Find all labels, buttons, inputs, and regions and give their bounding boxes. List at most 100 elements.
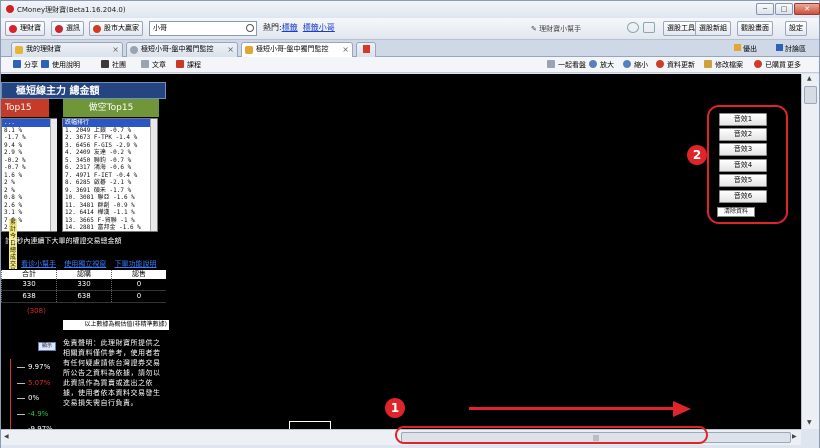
helper-link[interactable]: 看诊小幫手	[21, 260, 56, 268]
cell: 330	[56, 279, 111, 290]
new-tab-button[interactable]	[356, 42, 376, 57]
hot-topics: 熱門:標籤 標籤小哥	[263, 22, 335, 33]
window-title: CMoney理財寶(Beta1.16.204.0)	[17, 6, 126, 14]
maximize-button[interactable]: □	[775, 3, 793, 15]
list-item[interactable]: 2. 3673 F-TPK -1.4 %	[63, 134, 157, 142]
list-item[interactable]: 1. 2049 上銀 -0.7 %	[63, 127, 157, 135]
forum-link[interactable]: 討論區	[776, 44, 806, 54]
exit-link[interactable]: 優出	[734, 44, 757, 54]
list-item[interactable]: 2.6 %	[2, 202, 56, 210]
article-button[interactable]: 文章	[141, 60, 166, 70]
percent-label: 0%	[28, 394, 40, 402]
search-input[interactable]: 小哥	[149, 21, 257, 36]
watch-view-button[interactable]: 觀股畫面	[737, 21, 773, 36]
winner-button[interactable]: 股市大贏家	[89, 21, 143, 36]
tab-my-licaibao[interactable]: 我的理財寶 ×	[11, 42, 123, 57]
refresh-button[interactable]: 資料更新	[656, 60, 695, 70]
course-label: 課程	[187, 61, 201, 69]
close-tab-icon[interactable]: ×	[227, 43, 234, 56]
sell-list-scrollbar[interactable]	[150, 119, 157, 231]
help-button[interactable]: 使用說明	[41, 60, 80, 70]
list-item[interactable]: -0.2 %	[2, 157, 56, 165]
vertical-scroll-thumb[interactable]	[804, 86, 817, 104]
tab-label: 極短小哥-盤中獨門監控	[141, 45, 214, 53]
sell-list[interactable]: 跌幅排行 1. 2049 上銀 -0.7 % 2. 3673 F-TPK -1.4…	[62, 118, 158, 232]
list-item[interactable]: -1.7 %	[2, 134, 56, 142]
chat-icon[interactable]	[627, 22, 639, 33]
zoom-out-label: 縮小	[634, 61, 648, 69]
list-item[interactable]: 9. 3691 碩禾 -1.7 %	[63, 187, 157, 195]
hot-link-2[interactable]: 標籤小哥	[303, 23, 335, 32]
club-button[interactable]: 社團	[101, 60, 126, 70]
mail-icon[interactable]	[643, 22, 655, 33]
main-canvas: 極短線主力 總金額 Top15 做空Top15 ... 8.1 % -1.7 % 9.…	[1, 74, 801, 429]
scroll-down-icon[interactable]: ▼	[807, 419, 812, 426]
list-item[interactable]: 8. 6285 啟碁 -2.1 %	[63, 179, 157, 187]
purchased-button[interactable]: 已購買	[754, 60, 786, 70]
standalone-window-link[interactable]: 使用獨立視窗	[64, 260, 106, 268]
tab-label: 極短小哥-盤中獨門監控	[256, 45, 329, 53]
list-item[interactable]: 3.1 %	[2, 209, 56, 217]
scroll-right-icon[interactable]: ▶	[792, 433, 797, 440]
zoom-out-button[interactable]: 縮小	[623, 60, 648, 70]
zoom-in-button[interactable]: 放大	[589, 60, 614, 70]
buy-list[interactable]: ... 8.1 % -1.7 % 9.4 % 2.9 % -0.2 % -0.7 % 1.6 …	[1, 118, 57, 232]
watch-together-button[interactable]: 一起看盤	[547, 60, 586, 70]
list-item[interactable]: 9.4 %	[2, 142, 56, 150]
close-tab-icon[interactable]: ×	[342, 43, 349, 56]
settings-button[interactable]: 設定	[785, 21, 807, 36]
tab-monitor-1[interactable]: 極短小哥-盤中獨門監控 ×	[126, 42, 238, 57]
hot-link-1[interactable]: 標籤	[282, 23, 298, 32]
tick-line	[17, 367, 25, 368]
col-put: 認售	[111, 270, 166, 279]
app-logo-icon	[6, 5, 14, 13]
list-item[interactable]: 4. 2409 友達 -0.2 %	[63, 149, 157, 157]
edit-file-button[interactable]: 修改檔案	[704, 60, 743, 70]
list-item[interactable]: 3. 6456 F-GIS -2.9 %	[63, 142, 157, 150]
list-item[interactable]: 2.9 %	[2, 149, 56, 157]
share-label: 分享	[24, 61, 38, 69]
list-item[interactable]: 12. 6414 樺漢 -1.1 %	[63, 209, 157, 217]
stock-tool-button[interactable]: 選股工具	[663, 21, 699, 36]
list-item[interactable]: 2 %	[2, 187, 56, 195]
list-item[interactable]: ...	[2, 119, 56, 127]
course-button[interactable]: 課程	[176, 60, 201, 70]
tick-line	[17, 413, 25, 415]
list-item[interactable]: 10. 3081 聯亞 -1.6 %	[63, 194, 157, 202]
alert-button[interactable]: 選訊	[51, 21, 84, 36]
scroll-left-icon[interactable]: ◀	[4, 433, 9, 440]
list-item[interactable]: 13. 3665 F-貿聯 -1 %	[63, 217, 157, 225]
helper-text[interactable]: ✎ 理財寶小幫手	[531, 24, 581, 34]
list-item[interactable]: -0.7 %	[2, 164, 56, 172]
stock-group-button[interactable]: 選股新組	[695, 21, 731, 36]
play-icon	[176, 60, 184, 68]
list-item[interactable]: 5. 3450 聯鈞 -0.7 %	[63, 157, 157, 165]
globe-tab-icon	[130, 46, 138, 54]
cart-icon	[754, 60, 762, 68]
tab-monitor-2[interactable]: 極短小哥-盤中獨門監控 ×	[241, 42, 353, 58]
list-item[interactable]: 14. 2881 富邦金 -1.6 %	[63, 224, 157, 231]
order-help-link[interactable]: 下單功能說明	[114, 260, 156, 268]
search-icon[interactable]	[246, 24, 254, 32]
share-button[interactable]: 分享	[13, 60, 38, 70]
tick-line	[17, 398, 25, 399]
list-item[interactable]: 7. 4971 F-IET -0.4 %	[63, 172, 157, 180]
list-item[interactable]: 2 %	[2, 179, 56, 187]
minimize-button[interactable]: ─	[756, 3, 774, 15]
pin-icon	[363, 45, 370, 53]
close-tab-icon[interactable]: ×	[112, 43, 119, 56]
list-item[interactable]: 6. 2317 鴻海 -0.6 %	[63, 164, 157, 172]
list-item[interactable]: 1.6 %	[2, 172, 56, 180]
scroll-up-icon[interactable]: ▲	[807, 75, 812, 82]
highlight-oval-2	[707, 105, 788, 224]
list-item[interactable]: 8.1 %	[2, 127, 56, 135]
show-button[interactable]: 顯示	[38, 342, 56, 351]
buy-list-scrollbar[interactable]	[50, 119, 57, 231]
list-item[interactable]: 0.8 %	[2, 194, 56, 202]
vertical-scrollbar[interactable]: ▲ ▼	[801, 74, 819, 429]
licaibao-button[interactable]: 理財寶	[5, 21, 45, 36]
list-item[interactable]: 11. 3481 群創 -0.9 %	[63, 202, 157, 210]
close-button[interactable]: ✕	[794, 3, 820, 15]
more-button[interactable]: 更多	[787, 60, 801, 70]
pencil-icon	[704, 60, 712, 68]
